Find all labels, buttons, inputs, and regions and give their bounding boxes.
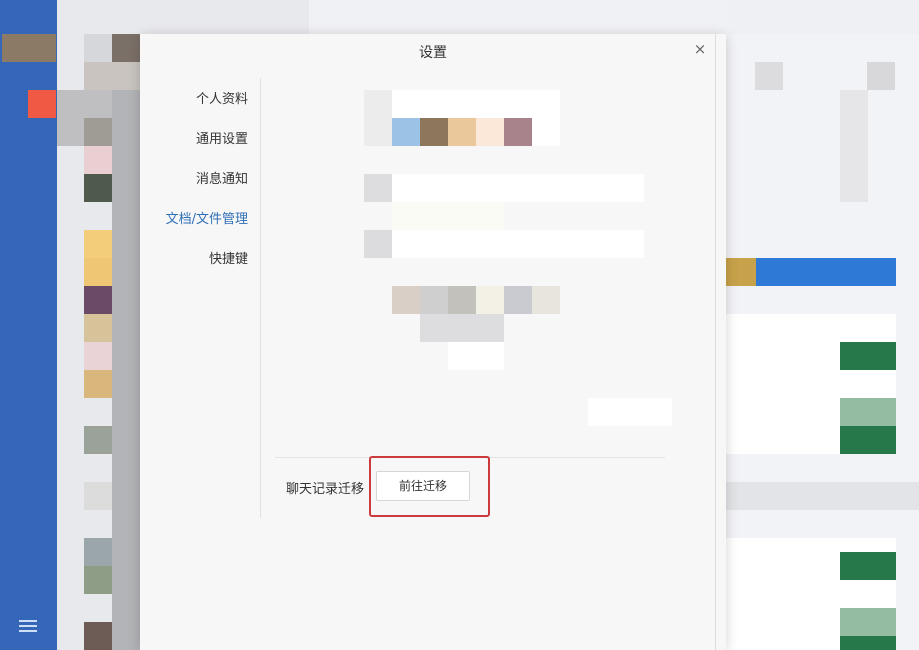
nav-item-profile[interactable]: 个人资料 bbox=[196, 88, 248, 107]
settings-dialog: 设置 × 个人资料 通用设置 消息通知 文档/文件管理 快捷键 聊天记录迁移 前… bbox=[140, 34, 726, 650]
chat-migration-label: 聊天记录迁移 bbox=[286, 482, 365, 497]
nav-divider bbox=[260, 78, 261, 518]
nav-item-notifications[interactable]: 消息通知 bbox=[196, 168, 248, 187]
dialog-title: 设置 bbox=[419, 45, 447, 61]
hamburger-icon[interactable] bbox=[19, 620, 37, 632]
nav-item-file-management[interactable]: 文档/文件管理 bbox=[166, 208, 248, 227]
dialog-edge bbox=[715, 34, 716, 650]
nav-item-general[interactable]: 通用设置 bbox=[196, 128, 248, 147]
highlight-box bbox=[369, 456, 490, 517]
nav-item-shortcuts[interactable]: 快捷键 bbox=[209, 248, 248, 267]
close-icon[interactable]: × bbox=[692, 41, 708, 57]
